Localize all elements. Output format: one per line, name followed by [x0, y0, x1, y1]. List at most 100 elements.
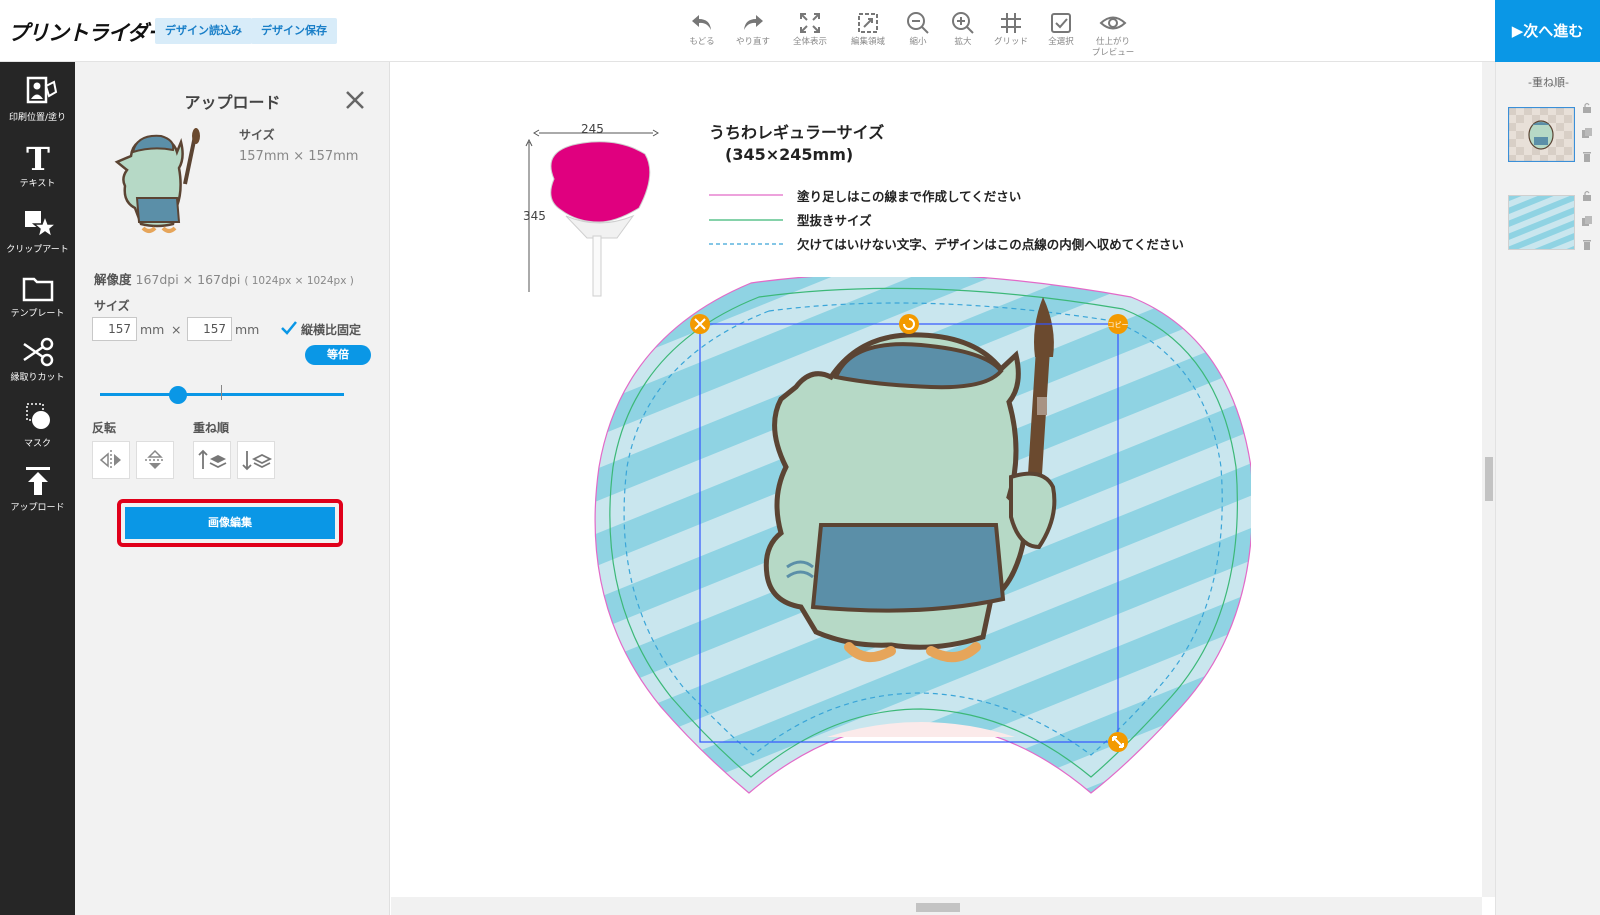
- select-all-label: 全選択: [1048, 37, 1074, 47]
- undo-button[interactable]: もどる: [676, 10, 728, 47]
- fit-view-label: 全体表示: [792, 37, 827, 47]
- times-sign: ×: [171, 322, 182, 337]
- edit-image-highlight: 画像編集: [117, 499, 343, 547]
- layer-trash-icon[interactable]: [1581, 239, 1593, 251]
- upload-icon: [25, 467, 50, 495]
- uploaded-image-thumbnail: [114, 128, 200, 233]
- redo-label: やり直す: [735, 37, 770, 47]
- close-icon[interactable]: [343, 88, 367, 112]
- flip-vertical-icon: [145, 449, 165, 469]
- bleed-line-legend: 塗り足しはこの線まで作成してください: [797, 189, 1022, 204]
- preview-button[interactable]: 仕上がり プレビュー: [1083, 10, 1143, 58]
- preview-eye-icon: [1099, 16, 1127, 30]
- zoom-in-icon: [952, 12, 974, 34]
- sidebar-item-outline-cut[interactable]: 縁取りカット: [0, 332, 75, 396]
- grid-icon: [1001, 13, 1021, 33]
- select-all-button[interactable]: 全選択: [1035, 10, 1087, 47]
- size-section-label: サイズ: [94, 299, 130, 313]
- resize-handle[interactable]: [1108, 732, 1128, 752]
- width-input[interactable]: [92, 317, 137, 341]
- flip-horizontal-icon: [99, 450, 121, 470]
- spec-title: うちわレギュラーサイズ: [709, 123, 885, 142]
- sidebar-item-clipart[interactable]: クリップアート: [0, 204, 75, 268]
- edit-image-button[interactable]: 画像編集: [125, 507, 335, 539]
- size-meta-value: 157mm × 157mm: [239, 149, 359, 164]
- order-label: 重ね順: [193, 421, 230, 435]
- bring-forward-icon: [198, 449, 227, 469]
- fit-view-icon: [800, 13, 820, 33]
- bring-forward-button[interactable]: [193, 441, 231, 479]
- tool-sidebar: 印刷位置/塗り T テキスト クリップアート テンプレート 縁取りカット マスク…: [0, 62, 75, 915]
- design-canvas[interactable]: 245 345 うちわレギュラーサイズ (345×245mm) 塗り足しはこの線…: [391, 62, 1482, 897]
- zoom-in-button[interactable]: 拡大: [937, 10, 989, 47]
- save-design-button[interactable]: デザイン保存: [251, 18, 337, 44]
- width-unit: mm: [140, 322, 165, 337]
- sidebar-item-mask[interactable]: マスク: [0, 398, 75, 462]
- text-icon: T: [26, 140, 50, 178]
- send-backward-button[interactable]: [237, 441, 275, 479]
- layer-copy-icon[interactable]: [1581, 127, 1593, 139]
- sidebar-label: テキスト: [19, 179, 56, 189]
- resolution-row: 解像度 167dpi × 167dpi ( 1024px × 1024px ): [94, 269, 354, 288]
- redo-icon: [744, 15, 763, 30]
- zoom-out-icon: [907, 12, 929, 34]
- resolution-value: 167dpi × 167dpi: [135, 272, 241, 287]
- layer-trash-icon[interactable]: [1581, 151, 1593, 163]
- flip-label: 反転: [92, 421, 117, 435]
- edit-area-label: 編集領域: [850, 37, 885, 47]
- next-step-button[interactable]: ▶次へ進む: [1495, 0, 1600, 62]
- preview-label-1: 仕上がり: [1095, 37, 1130, 47]
- die-cut-legend: 型抜きサイズ: [797, 213, 872, 228]
- keep-ratio-checkbox[interactable]: [280, 319, 298, 337]
- grid-label: グリッド: [993, 37, 1028, 47]
- rotate-handle[interactable]: [899, 314, 919, 334]
- layers-title: -重ね順-: [1528, 76, 1569, 89]
- vertical-scroll-thumb[interactable]: [1485, 457, 1493, 501]
- layer-thumb-stripes[interactable]: [1508, 195, 1575, 250]
- load-design-button[interactable]: デザイン読込み: [155, 18, 252, 44]
- copy-handle-label: コピー: [1108, 321, 1129, 329]
- flip-vertical-button[interactable]: [136, 441, 174, 479]
- redo-button[interactable]: やり直す: [727, 10, 779, 47]
- undo-icon: [692, 15, 711, 30]
- flip-horizontal-button[interactable]: [92, 441, 130, 479]
- slider-center-tick: [221, 385, 222, 400]
- sidebar-item-upload[interactable]: アップロード: [0, 462, 75, 526]
- fan-width-dimension: 245: [581, 122, 604, 136]
- layer-lock-icon[interactable]: [1581, 190, 1593, 202]
- layer-thumb-owl[interactable]: [1508, 107, 1575, 162]
- resolution-label: 解像度: [94, 272, 132, 287]
- uchiwa-fan-artboard[interactable]: コピー: [591, 277, 1251, 797]
- scale-slider-track[interactable]: [100, 393, 344, 396]
- sidebar-item-template[interactable]: テンプレート: [0, 268, 75, 332]
- spec-dimensions: (345×245mm): [725, 145, 854, 164]
- height-unit: mm: [235, 322, 260, 337]
- vertical-scrollbar[interactable]: [1482, 62, 1495, 897]
- template-folder-icon: [22, 277, 53, 302]
- undo-label: もどる: [689, 37, 715, 47]
- delete-handle[interactable]: [690, 314, 710, 334]
- scissors-icon: [22, 337, 53, 367]
- zoom-in-label: 拡大: [954, 37, 972, 47]
- keep-ratio-label: 縦横比固定: [301, 323, 362, 337]
- fit-view-button[interactable]: 全体表示: [784, 10, 836, 47]
- send-backward-icon: [242, 451, 273, 471]
- height-input[interactable]: [187, 317, 232, 341]
- sidebar-item-text[interactable]: T テキスト: [0, 138, 75, 202]
- mask-icon: [25, 403, 50, 429]
- layer-lock-icon[interactable]: [1581, 102, 1593, 114]
- horizontal-scroll-thumb[interactable]: [916, 903, 960, 912]
- actual-size-button[interactable]: 等倍: [305, 345, 371, 365]
- horizontal-scrollbar[interactable]: [391, 897, 1482, 915]
- sidebar-item-print-position[interactable]: 印刷位置/塗り: [0, 72, 75, 136]
- scale-slider-handle[interactable]: [169, 386, 187, 404]
- app-logo[interactable]: プリントライダー: [8, 17, 168, 47]
- grid-button[interactable]: グリッド: [985, 10, 1037, 47]
- layer-copy-icon[interactable]: [1581, 215, 1593, 227]
- sidebar-label: 印刷位置/塗り: [8, 113, 67, 123]
- guide-legend-lines: [709, 194, 783, 245]
- resolution-pixels: ( 1024px × 1024px ): [244, 275, 354, 287]
- edit-area-button[interactable]: 編集領域: [842, 10, 894, 47]
- sidebar-label: マスク: [23, 439, 51, 449]
- preview-label-2: プレビュー: [1091, 48, 1135, 58]
